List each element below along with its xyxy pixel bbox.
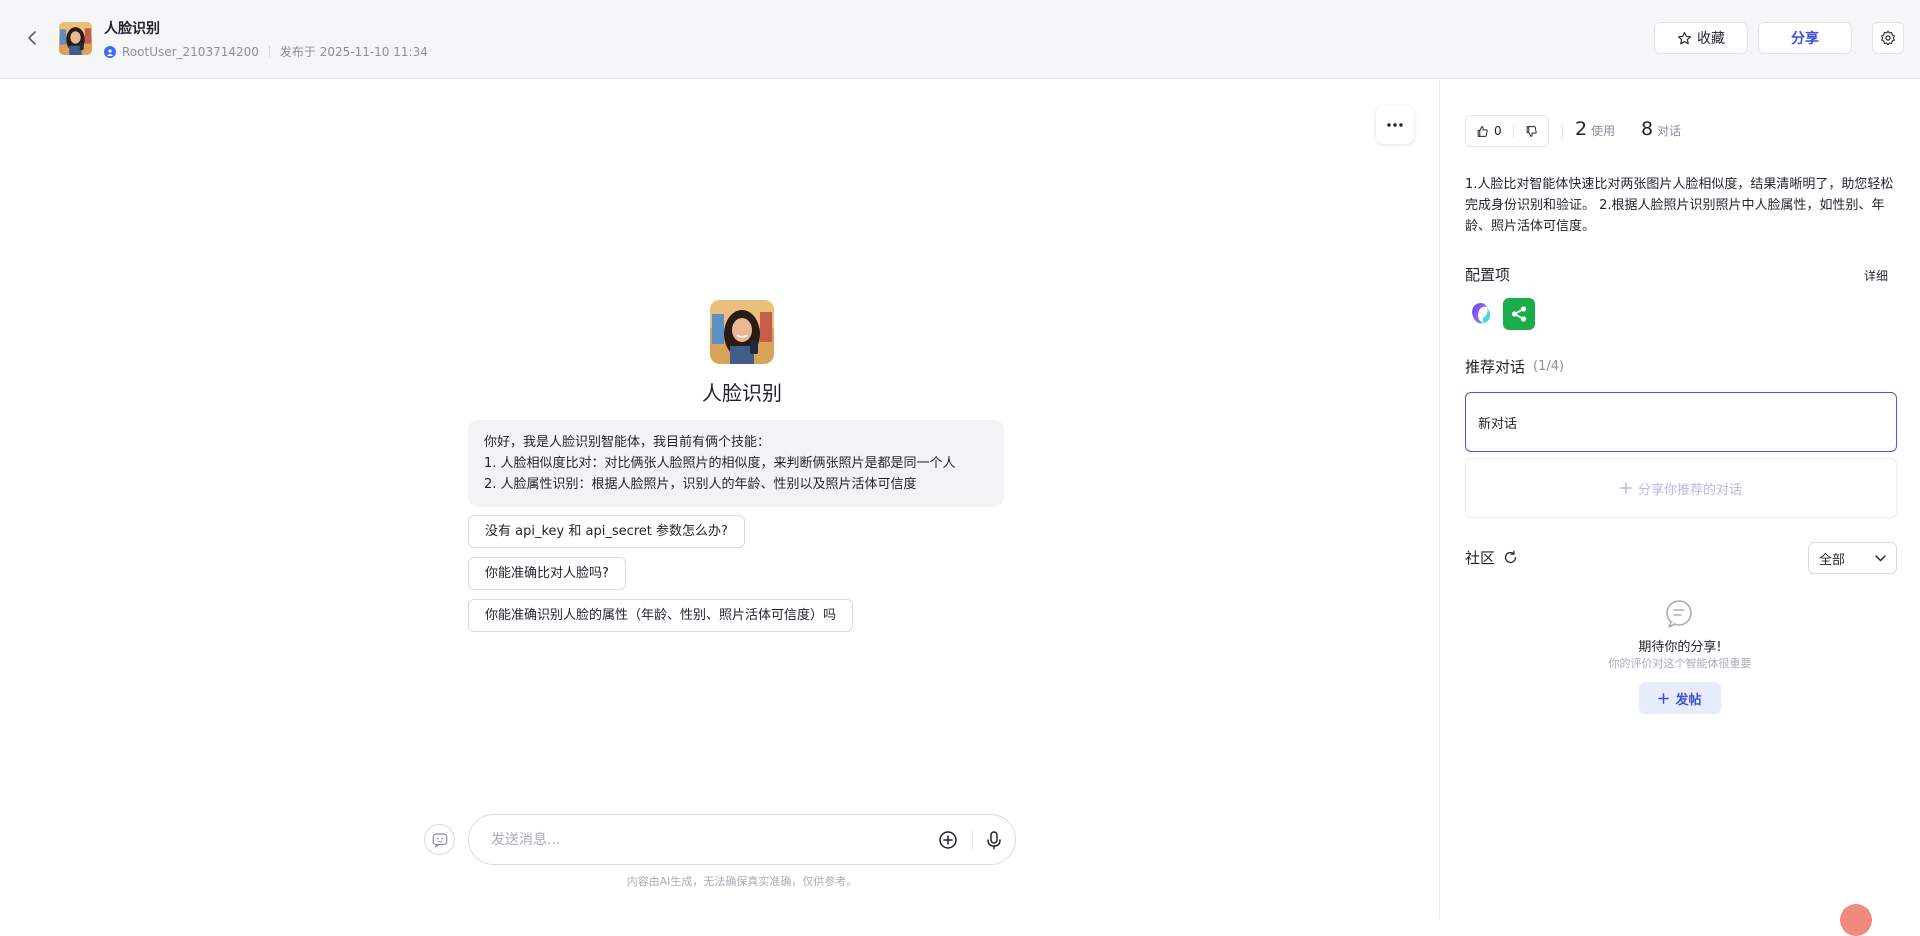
empty-state-subtitle: 你的评价对这个智能体很重要 <box>1608 657 1752 670</box>
ai-disclaimer: 内容由AI生成，无法确保真实准确，仅供参考。 <box>626 875 858 888</box>
suggested-question[interactable]: 没有 api_key 和 api_secret 参数怎么办? <box>468 515 745 548</box>
welcome-line: 2. 人脸属性识别：根据人脸照片，识别人的年龄、性别以及照片活体可信度 <box>484 477 917 492</box>
new-post-label: 发帖 <box>1675 692 1702 708</box>
share-label: 分享 <box>1791 31 1819 47</box>
like-count: 0 <box>1494 124 1502 138</box>
more-options-button[interactable] <box>1376 106 1414 144</box>
plus-icon <box>1620 482 1632 494</box>
publish-meta: RootUser_2103714200 发布于 2025-11-10 11:34 <box>104 43 428 60</box>
agent-avatar-small <box>59 22 92 55</box>
agent-avatar <box>710 300 774 364</box>
attach-button[interactable] <box>938 830 958 850</box>
favorite-label: 收藏 <box>1697 31 1725 47</box>
share-plugin[interactable] <box>1503 298 1535 330</box>
settings-button[interactable] <box>1872 22 1904 54</box>
back-button[interactable] <box>22 27 42 49</box>
page-title: 人脸识别 <box>104 21 160 37</box>
agent-info-panel: 0 2 使用 8 对话 1.人脸比对智能体快速比对两张图片人脸相似度，结果清晰明… <box>1439 80 1920 919</box>
chat-label: 对话 <box>1657 124 1682 138</box>
message-composer <box>468 814 1016 865</box>
emoji-button[interactable] <box>424 824 455 855</box>
chat-bubble-icon <box>1664 599 1694 629</box>
chat-stat: 8 对话 <box>1641 118 1681 140</box>
back-icon <box>28 31 36 45</box>
share-button[interactable]: 分享 <box>1758 22 1852 54</box>
floating-assistant-button[interactable] <box>1840 904 1872 936</box>
author-name[interactable]: RootUser_2103714200 <box>122 45 259 59</box>
agent-description: 1.人脸比对智能体快速比对两张图片人脸相似度，结果清晰明了，助您轻松完成身份识别… <box>1465 177 1894 234</box>
welcome-line: 1. 人脸相似度比对：对比俩张人脸照片的相似度，来判断俩张照片是都是同一个人 <box>484 456 956 471</box>
favorite-button[interactable]: 收藏 <box>1654 22 1748 54</box>
community-section-title: 社区 <box>1465 547 1518 568</box>
usage-stat: 2 使用 <box>1575 118 1615 140</box>
composer-divider <box>972 831 973 849</box>
usage-label: 使用 <box>1591 124 1616 138</box>
new-post-button[interactable]: 发帖 <box>1639 682 1721 714</box>
recommend-title: 推荐对话 <box>1465 358 1526 376</box>
plus-icon <box>1658 692 1670 704</box>
detail-link[interactable]: 详细 <box>1864 267 1888 284</box>
thumbs-down-icon <box>1526 125 1537 137</box>
community-filter-select[interactable]: 全部 <box>1808 542 1897 574</box>
chat-area: 人脸识别 你好，我是人脸识别智能体，我目前有俩个技能： 1. 人脸相似度比对：对… <box>0 80 1439 919</box>
thumbs-up-icon <box>1477 125 1488 137</box>
agent-name: 人脸识别 <box>702 381 782 405</box>
usage-count: 2 <box>1575 118 1588 140</box>
share-nodes-icon <box>1511 306 1527 322</box>
share-recommend-button[interactable]: 分享你推荐的对话 <box>1465 458 1897 518</box>
meta-divider <box>268 46 270 57</box>
welcome-line: 你好，我是人脸识别智能体，我目前有俩个技能： <box>484 435 771 450</box>
chat-count: 8 <box>1641 118 1654 140</box>
refresh-button[interactable] <box>1503 550 1518 565</box>
recommend-section-title: 推荐对话 (1/4) <box>1465 356 1564 377</box>
emoji-icon <box>432 832 447 847</box>
more-icon <box>1387 123 1403 127</box>
star-icon <box>1678 31 1691 44</box>
welcome-message: 你好，我是人脸识别智能体，我目前有俩个技能： 1. 人脸相似度比对：对比俩张人脸… <box>468 420 1004 507</box>
suggested-question[interactable]: 你能准确识别人脸的属性（年龄、性别、照片活体可信度）吗 <box>468 599 854 632</box>
filter-value: 全部 <box>1819 552 1846 568</box>
publish-time: 发布于 2025-11-10 11:34 <box>279 45 428 59</box>
mic-icon <box>987 831 1001 850</box>
community-title: 社区 <box>1465 549 1496 567</box>
user-badge-icon <box>104 45 116 58</box>
voice-input-button[interactable] <box>984 830 1004 850</box>
recommended-chat-item[interactable]: 新对话 <box>1465 392 1897 452</box>
model-logo-icon <box>1472 303 1491 324</box>
dislike-button[interactable] <box>1514 116 1548 146</box>
config-section-title: 配置项 <box>1465 266 1511 284</box>
chevron-down-icon <box>1875 554 1886 561</box>
plus-circle-icon <box>939 831 957 849</box>
suggested-question[interactable]: 你能准确比对人脸吗? <box>468 557 626 590</box>
model-plugin[interactable] <box>1465 298 1497 330</box>
stat-divider <box>1562 124 1563 140</box>
share-recommend-label: 分享你推荐的对话 <box>1637 482 1742 498</box>
refresh-icon <box>1504 550 1517 564</box>
top-bar: 人脸识别 RootUser_2103714200 发布于 2025-11-10 … <box>0 0 1920 79</box>
like-button[interactable]: 0 <box>1466 116 1513 146</box>
recommend-count: (1/4) <box>1533 359 1565 374</box>
vote-group: 0 <box>1465 115 1549 147</box>
gear-icon <box>1881 30 1895 46</box>
empty-state-title: 期待你的分享! <box>1638 640 1722 655</box>
message-input[interactable] <box>491 815 931 864</box>
